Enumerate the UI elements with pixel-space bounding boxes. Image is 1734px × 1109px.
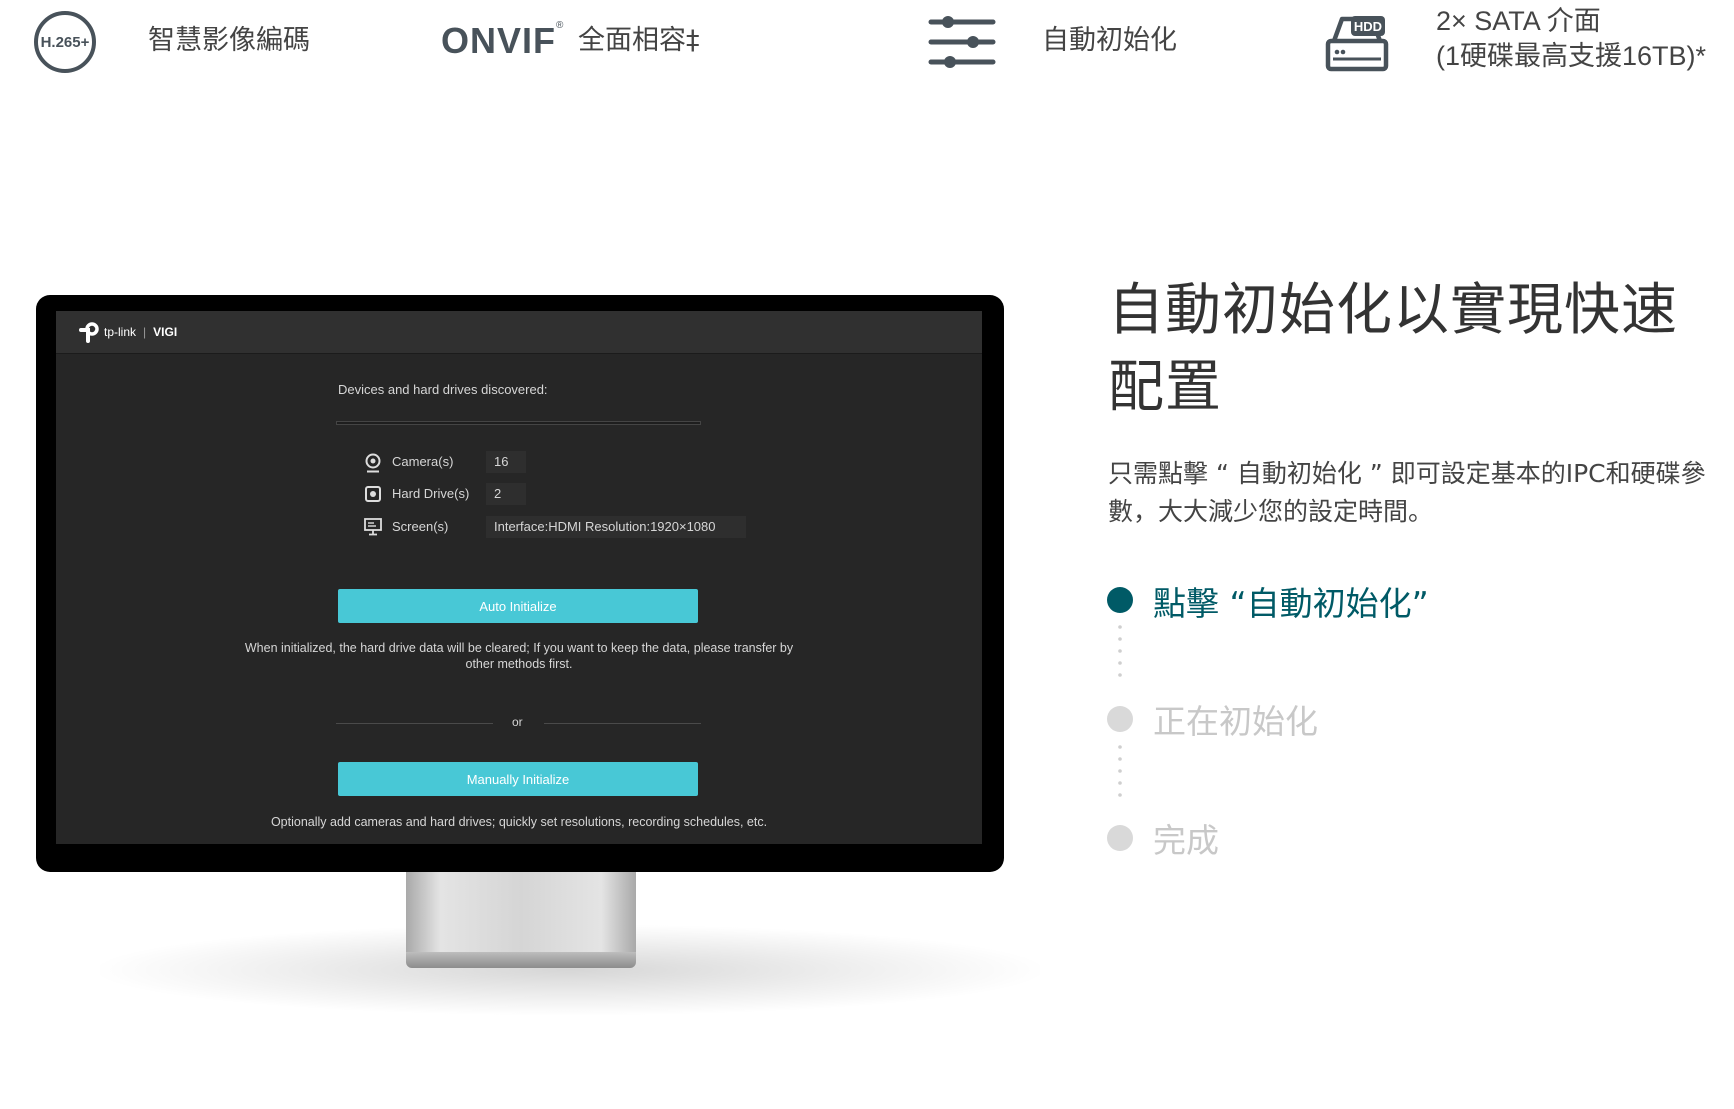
step-dot-click — [1107, 587, 1133, 613]
h265-icon: H.265+ — [34, 11, 96, 73]
screen-topbar: tp-link | VIGI — [56, 311, 982, 354]
hdd-icon: HDD — [1325, 16, 1389, 72]
title-line1: 自動初始化以實現快速 — [1108, 278, 1678, 343]
h265-badge-text: H.265+ — [40, 33, 90, 51]
step-label-initializing[interactable]: 正在初始化 — [1153, 695, 1318, 743]
feature-label-onvif: 全面相容‡ — [578, 25, 700, 56]
step-label-done[interactable]: 完成 — [1153, 814, 1219, 862]
step-dot-done — [1107, 825, 1133, 851]
onvif-logo: ONVIF® — [441, 20, 565, 61]
divider-right — [544, 723, 701, 724]
svg-text:HDD: HDD — [1354, 19, 1382, 34]
sata-line2: (1硬碟最高支援16TB)* — [1436, 41, 1707, 72]
onvif-logo-text: ONVIF — [441, 20, 557, 61]
row-value-cameras: 16 — [486, 451, 526, 473]
divider-left — [336, 723, 493, 724]
camera-icon — [365, 453, 381, 473]
discovered-heading: Devices and hard drives discovered: — [338, 382, 548, 397]
manually-initialize-button[interactable]: Manually Initialize — [338, 762, 698, 796]
screen-icon — [364, 518, 382, 536]
or-text: or — [512, 715, 523, 729]
feature-label-auto-init: 自動初始化 — [1042, 25, 1177, 56]
row-label-cameras: Camera(s) — [392, 454, 454, 469]
step-dot-initializing — [1107, 706, 1133, 732]
step-label-click[interactable]: 點擊 “自動初始化” — [1153, 577, 1429, 625]
step-connector-2 — [1118, 745, 1122, 797]
row-label-hard-drives: Hard Drive(s) — [392, 486, 470, 501]
row-value-hard-drives: 2 — [486, 483, 526, 505]
description: 只需點擊 “ 自動初始化 ” 即可設定基本的IPC和硬碟參數，大大減少您的設定時… — [1108, 459, 1706, 526]
scan-progress-bar — [336, 421, 701, 425]
monitor-stand-foot — [406, 952, 636, 968]
monitor-stand — [406, 865, 636, 955]
row-label-screens: Screen(s) — [392, 519, 449, 534]
feature-label-sata: 2× SATA 介面 (1硬碟最高支援16TB)* — [1436, 4, 1706, 74]
sata-line1: 2× SATA 介面 — [1436, 6, 1601, 36]
tplink-logo: tp-link | VIGI — [78, 321, 177, 343]
row-value-screens: Interface:HDMI Resolution:1920×1080 — [486, 516, 746, 538]
brand-product: VIGI — [153, 325, 178, 339]
hard-drive-icon — [365, 486, 381, 502]
title-line2: 配置 — [1108, 355, 1222, 420]
auto-initialize-note: When initialized, the hard drive data wi… — [244, 641, 794, 671]
sliders-icon — [928, 16, 996, 68]
brand-name: tp-link — [104, 325, 137, 339]
manually-initialize-note: Optionally add cameras and hard drives; … — [270, 815, 768, 829]
monitor-screen: tp-link | VIGI Devices and hard drives dis… — [56, 311, 982, 844]
feature-label-encoding: 智慧影像編碼 — [148, 25, 310, 56]
page-title: 自動初始化以實現快速 配置 — [1108, 272, 1708, 426]
step-connector-1 — [1118, 625, 1122, 677]
auto-initialize-button[interactable]: Auto Initialize — [338, 589, 698, 623]
monitor: tp-link | VIGI Devices and hard drives dis… — [36, 295, 1004, 872]
tplink-mark-icon — [79, 322, 99, 343]
